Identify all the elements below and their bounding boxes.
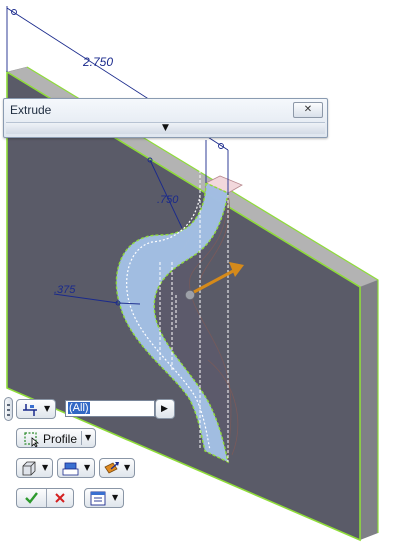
extrude-dialog-title: Extrude [10, 103, 52, 117]
solid-icon [22, 461, 36, 476]
chevron-down-icon[interactable]: ▼ [85, 430, 91, 446]
chevron-right-icon: ▶ [161, 404, 168, 414]
cancel-icon [55, 493, 65, 503]
dimension-width-label[interactable]: 2.750 [82, 55, 113, 69]
dimension-upper-radius-label[interactable]: .750 [157, 194, 179, 206]
profile-button-label: Profile [43, 432, 78, 446]
plate-side-face [360, 280, 378, 540]
boolean-join-icon [62, 462, 79, 476]
solid-output-dropdown[interactable]: ▼ [16, 458, 53, 478]
minitoolbar-grip-handle[interactable] [4, 397, 13, 421]
profile-selection-field[interactable]: (All) [65, 400, 155, 417]
options-menu-icon [90, 491, 106, 506]
profile-field-arrow-button[interactable]: ▶ [155, 399, 175, 419]
ok-button[interactable] [17, 489, 47, 507]
profile-dropdown-divider [81, 431, 82, 445]
output-type-dropdown[interactable]: ▼ [16, 399, 56, 419]
chevron-down-icon: ▼ [84, 463, 91, 472]
options-menu-dropdown[interactable]: ▼ [84, 488, 124, 508]
close-button[interactable]: ✕ [293, 102, 323, 118]
boolean-join-dropdown[interactable]: ▼ [57, 458, 95, 478]
dimension-lower-radius-label[interactable]: .375 [54, 284, 76, 296]
direction-icon [104, 462, 119, 474]
chevron-down-icon: ▼ [112, 493, 119, 502]
profile-select-icon [24, 432, 39, 447]
extrude-dialog[interactable]: Extrude ✕ ▼ [3, 98, 328, 138]
chevron-down-icon: ▼ [44, 404, 51, 413]
expand-dialog-button[interactable]: ▼ [6, 122, 325, 134]
profile-selection-value: (All) [68, 402, 90, 414]
output-type-icon [23, 404, 37, 416]
ok-icon [25, 492, 38, 504]
direction-dropdown[interactable]: ▼ [99, 458, 135, 478]
ok-cancel-group [16, 488, 74, 508]
profile-button[interactable]: Profile ▼ [16, 428, 96, 448]
cancel-button[interactable] [46, 489, 74, 507]
chevron-down-icon: ▼ [124, 463, 131, 472]
chevron-down-icon: ▼ [42, 463, 49, 472]
